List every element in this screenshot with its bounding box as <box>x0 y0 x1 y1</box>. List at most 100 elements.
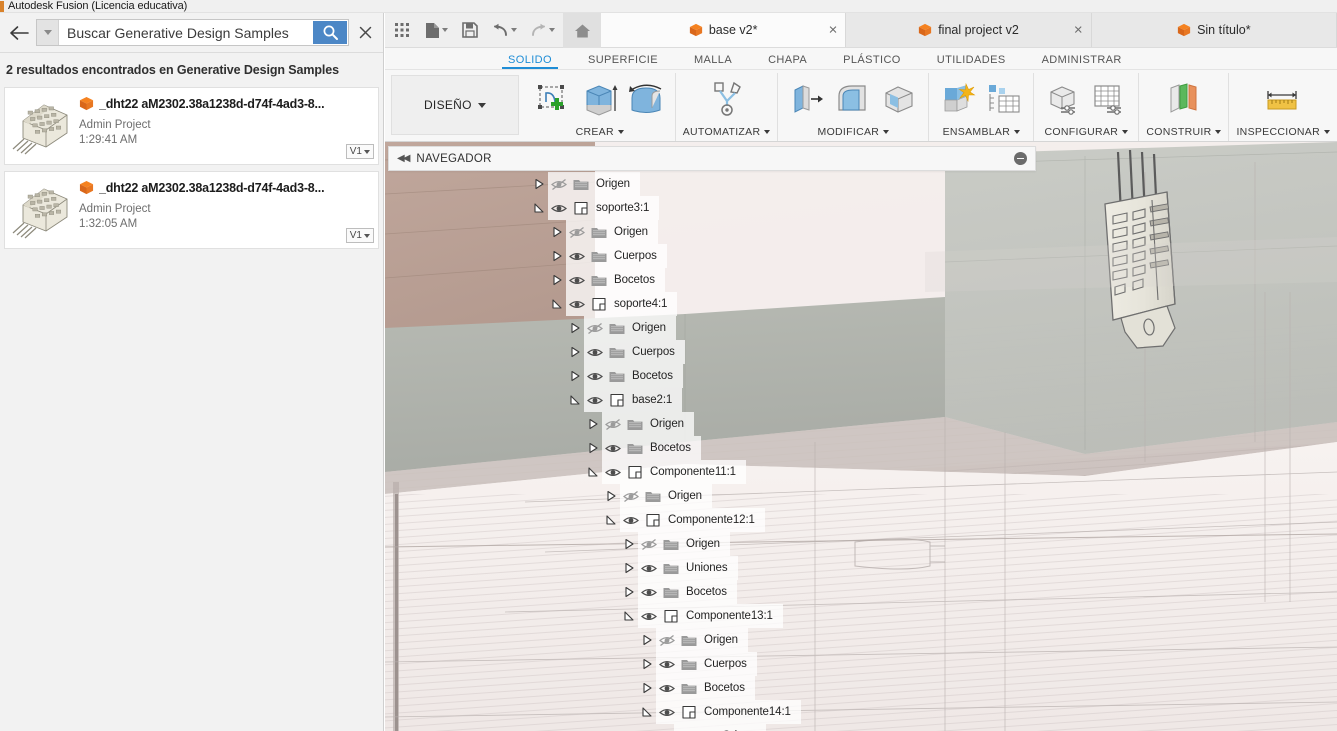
tree-row[interactable]: Cuerpos <box>385 652 1337 676</box>
tree-row[interactable]: Origen <box>385 172 1337 196</box>
visibility-toggle[interactable] <box>656 700 678 724</box>
tree-row[interactable]: Cuerpos <box>385 340 1337 364</box>
tree-expand-toggle[interactable] <box>620 580 638 604</box>
tree-row-content[interactable]: Componente14:1 <box>656 700 801 724</box>
collapse-left-icon[interactable]: ◀◀ <box>397 153 410 164</box>
search-input[interactable] <box>59 20 313 45</box>
shell-button[interactable] <box>877 78 921 120</box>
tree-row-content[interactable]: Bocetos <box>656 676 755 700</box>
tree-expand-toggle[interactable] <box>602 508 620 532</box>
visibility-toggle[interactable] <box>548 172 570 196</box>
tree-row-content[interactable]: Componente11:1 <box>602 460 746 484</box>
tree-row[interactable]: Bocetos <box>385 676 1337 700</box>
tree-row[interactable]: Componente12:1 <box>385 508 1337 532</box>
tree-expand-toggle[interactable] <box>530 196 548 220</box>
search-button[interactable] <box>313 21 347 44</box>
tree-expand-toggle[interactable] <box>638 628 656 652</box>
visibility-toggle[interactable] <box>584 340 606 364</box>
ribbon-tab-plástico[interactable]: PLÁSTICO <box>825 54 919 69</box>
configurar-label-button[interactable]: CONFIGURAR <box>1045 126 1129 139</box>
ribbon-tab-chapa[interactable]: CHAPA <box>750 54 825 69</box>
visibility-toggle[interactable] <box>584 316 606 340</box>
crear-label-button[interactable]: CREAR <box>576 126 624 139</box>
tree-row-content[interactable]: Origen <box>656 628 748 652</box>
search-filter-dropdown[interactable] <box>37 20 59 45</box>
tree-row-content[interactable]: Origen <box>602 412 694 436</box>
visibility-toggle[interactable] <box>584 388 606 412</box>
tree-row-content[interactable]: Bocetos <box>566 268 665 292</box>
workspace-selector[interactable]: DISEÑO <box>391 75 519 135</box>
app-grid-button[interactable] <box>387 13 417 47</box>
new-file-button[interactable] <box>417 13 455 47</box>
tree-row[interactable]: Bocetos <box>385 268 1337 292</box>
tree-row-content[interactable]: Origen <box>548 172 640 196</box>
save-button[interactable] <box>455 13 485 47</box>
automatizar-label-button[interactable]: AUTOMATIZAR <box>683 126 771 139</box>
tree-row[interactable]: Uniones <box>385 556 1337 580</box>
tree-row-content[interactable]: Origen <box>566 220 658 244</box>
tree-row-content[interactable]: Componente13:1 <box>638 604 783 628</box>
tree-row[interactable]: Componente14:1 <box>385 700 1337 724</box>
tree-row[interactable]: Origen <box>385 316 1337 340</box>
tree-expand-toggle[interactable] <box>566 316 584 340</box>
tree-row-content[interactable]: soporte3:1 <box>548 196 660 220</box>
visibility-toggle[interactable] <box>602 460 624 484</box>
tree-expand-toggle[interactable] <box>530 172 548 196</box>
document-tab[interactable]: final project v2 × <box>846 13 1092 47</box>
tree-expand-toggle[interactable] <box>566 340 584 364</box>
fillet-button[interactable] <box>831 78 875 120</box>
tree-row-content[interactable]: Origen <box>584 316 676 340</box>
tree-expand-toggle[interactable] <box>566 388 584 412</box>
tree-row-content[interactable]: Componente12:1 <box>620 508 765 532</box>
document-tab[interactable]: base v2* × <box>601 13 847 47</box>
visibility-toggle[interactable] <box>638 556 660 580</box>
tree-expand-toggle[interactable] <box>638 700 656 724</box>
tree-row[interactable]: Componente11:1 <box>385 460 1337 484</box>
visibility-toggle[interactable] <box>620 484 642 508</box>
visibility-toggle[interactable] <box>548 196 570 220</box>
tree-row-content[interactable]: Bocetos <box>638 580 737 604</box>
tree-expand-toggle[interactable] <box>548 292 566 316</box>
tree-row-content[interactable]: Uniones <box>638 556 738 580</box>
measure-button[interactable] <box>1258 78 1308 120</box>
redo-button[interactable] <box>523 13 561 47</box>
visibility-toggle[interactable] <box>638 604 660 628</box>
tree-expand-toggle[interactable] <box>584 412 602 436</box>
version-dropdown[interactable]: V1 <box>345 228 374 243</box>
tree-row-content[interactable]: base2:1 <box>584 388 683 412</box>
tree-row[interactable]: Componente13:1 <box>385 604 1337 628</box>
tree-row-content[interactable]: Origen <box>638 532 730 556</box>
tree-expand-toggle[interactable] <box>638 652 656 676</box>
home-button[interactable] <box>563 13 601 48</box>
new-component-button[interactable] <box>936 78 980 120</box>
create-sketch-button[interactable] <box>532 78 576 120</box>
tree-row-content[interactable]: Bocetos <box>584 364 683 388</box>
extrude-button[interactable] <box>578 78 622 120</box>
tree-row-content[interactable]: Bocetos <box>602 436 701 460</box>
tree-expand-toggle[interactable] <box>656 724 674 731</box>
ribbon-tab-administrar[interactable]: ADMINISTRAR <box>1024 54 1140 69</box>
back-button[interactable] <box>6 20 32 46</box>
tree-row[interactable]: soporte3:1 <box>385 196 1337 220</box>
tree-row[interactable]: Cuerpos <box>385 244 1337 268</box>
tree-expand-toggle[interactable] <box>548 268 566 292</box>
undo-button[interactable] <box>485 13 523 47</box>
tree-row[interactable]: Origen <box>385 484 1337 508</box>
visibility-toggle[interactable] <box>566 244 588 268</box>
document-tab[interactable]: Sin título* <box>1091 13 1337 47</box>
tree-expand-toggle[interactable] <box>602 484 620 508</box>
tree-expand-toggle[interactable] <box>638 676 656 700</box>
tree-expand-toggle[interactable] <box>620 532 638 556</box>
visibility-toggle[interactable] <box>602 412 624 436</box>
tree-row[interactable]: Bocetos <box>385 436 1337 460</box>
tree-expand-toggle[interactable] <box>566 364 584 388</box>
visibility-toggle[interactable] <box>638 532 660 556</box>
tree-row[interactable]: base2:1 <box>385 388 1337 412</box>
close-tab-icon[interactable]: × <box>829 23 838 38</box>
visibility-toggle[interactable] <box>656 676 678 700</box>
close-search-button[interactable] <box>353 20 377 46</box>
search-result-item[interactable]: _dht22 aM2302.38a1238d-d74f-4ad3-8... Adm… <box>4 87 379 165</box>
joint-table-button[interactable] <box>982 78 1026 120</box>
tree-expand-toggle[interactable] <box>584 460 602 484</box>
search-result-item[interactable]: _dht22 aM2302.38a1238d-d74f-4ad3-8... Adm… <box>4 171 379 249</box>
